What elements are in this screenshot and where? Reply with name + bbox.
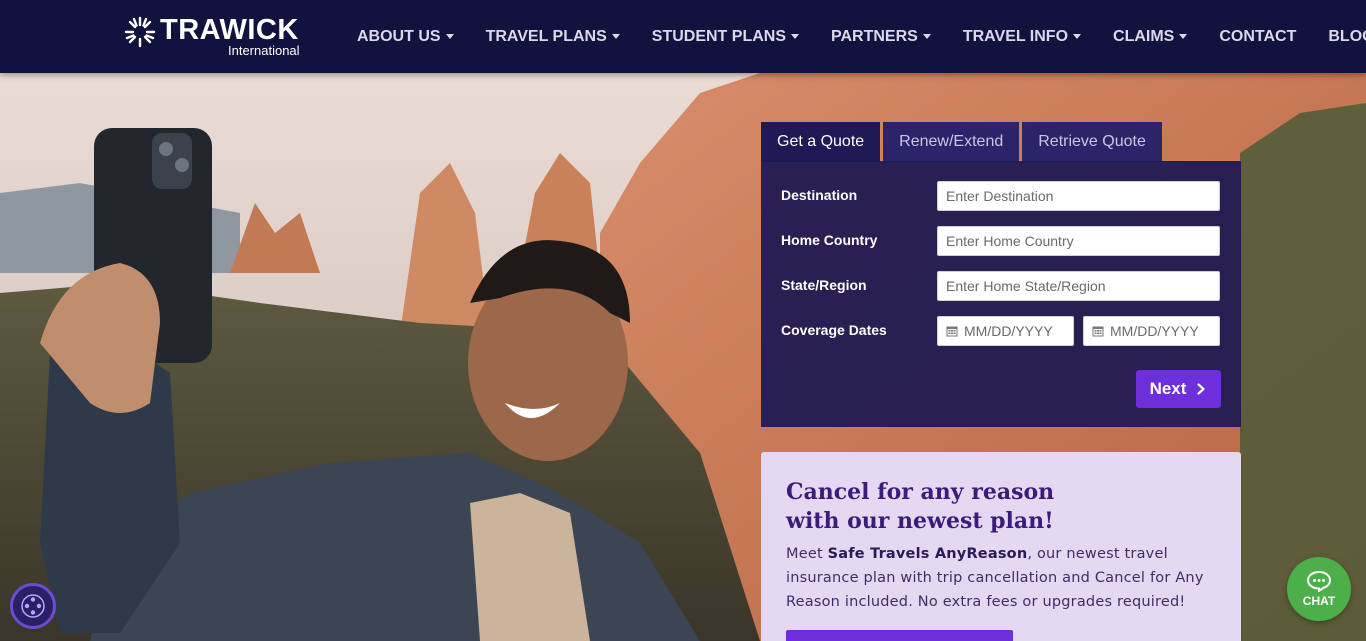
calendar-icon: [946, 326, 958, 337]
caret-down-icon: [1179, 34, 1188, 39]
home-country-input[interactable]: [937, 226, 1220, 256]
caret-down-icon: [791, 34, 799, 39]
logo-wordmark: TRAWICK: [160, 14, 299, 46]
caret-down-icon: [445, 34, 454, 39]
end-date-input[interactable]: [1110, 323, 1210, 339]
nav-travel-plans[interactable]: TRAVEL PLANS: [470, 0, 636, 73]
logo-subtitle: International: [228, 43, 300, 58]
destination-label: Destination: [781, 187, 858, 203]
promo-title: Cancel for any reason with our newest pl…: [786, 478, 1206, 536]
chevron-right-icon: [1197, 383, 1206, 395]
caret-down-icon: [611, 34, 620, 39]
end-date-field[interactable]: [1083, 316, 1220, 346]
nav-student-plans[interactable]: STUDENT PLANS: [636, 0, 815, 73]
nav-blog[interactable]: BLOG: [1312, 0, 1366, 73]
nav-label: TRAVEL PLANS: [485, 27, 607, 45]
promo-plan-name: Safe Travels AnyReason: [827, 546, 1028, 562]
promo-card: Cancel for any reason with our newest pl…: [761, 452, 1241, 641]
nav-label: CONTACT: [1219, 27, 1297, 45]
quote-tabs: Get a Quote Renew/Extend Retrieve Quote: [761, 122, 1165, 162]
calendar-icon: [1092, 326, 1104, 337]
nav-label: PARTNERS: [831, 27, 918, 45]
nav-partners[interactable]: PARTNERS: [815, 0, 947, 73]
coverage-dates-row: Coverage Dates: [781, 316, 1221, 346]
promo-cta-button[interactable]: [786, 630, 1013, 641]
coverage-dates-label: Coverage Dates: [781, 322, 887, 338]
destination-row: Destination: [781, 181, 1221, 211]
chat-button[interactable]: CHAT: [1287, 557, 1351, 621]
tab-retrieve-quote[interactable]: Retrieve Quote: [1022, 122, 1162, 162]
destination-input[interactable]: [937, 181, 1220, 211]
home-country-row: Home Country: [781, 226, 1221, 256]
hero-section: Get a Quote Renew/Extend Retrieve Quote …: [0, 73, 1366, 641]
chat-label: CHAT: [1302, 594, 1336, 608]
accessibility-icon: [21, 594, 45, 618]
tab-get-a-quote[interactable]: Get a Quote: [761, 122, 881, 162]
main-nav: ABOUT US TRAVEL PLANS STUDENT PLANS PART…: [341, 0, 1366, 73]
nav-travel-info[interactable]: TRAVEL INFO: [947, 0, 1097, 73]
site-header: TRAWICK International ABOUT US TRAVEL PL…: [0, 0, 1366, 73]
nav-label: STUDENT PLANS: [651, 27, 786, 45]
caret-down-icon: [1073, 34, 1082, 39]
nav-contact[interactable]: CONTACT: [1203, 0, 1312, 73]
nav-about-us[interactable]: ABOUT US: [341, 0, 470, 73]
quote-form: Destination Home Country State/Region Co…: [761, 161, 1241, 427]
promo-description: Meet Safe Travels AnyReason, our newest …: [786, 542, 1231, 614]
nav-claims[interactable]: CLAIMS: [1097, 0, 1203, 73]
home-country-label: Home Country: [781, 232, 878, 248]
promo-title-line1: Cancel for any reason: [786, 479, 1055, 505]
next-button[interactable]: Next: [1136, 370, 1221, 408]
nav-label: BLOG: [1328, 27, 1366, 45]
start-date-input[interactable]: [964, 323, 1064, 339]
caret-down-icon: [922, 34, 931, 39]
promo-body-prefix: Meet: [786, 546, 828, 562]
trawick-logo[interactable]: TRAWICK International: [124, 14, 312, 60]
state-region-input[interactable]: [937, 271, 1220, 301]
start-date-field[interactable]: [937, 316, 1074, 346]
promo-title-line2: with our newest plan!: [786, 508, 1054, 534]
state-region-row: State/Region: [781, 271, 1221, 301]
accessibility-button[interactable]: [10, 583, 56, 629]
chat-bubble-icon: [1306, 570, 1332, 592]
nav-label: ABOUT US: [357, 27, 441, 45]
state-region-label: State/Region: [781, 277, 867, 293]
nav-label: CLAIMS: [1113, 27, 1175, 45]
sunburst-logo-icon: [124, 16, 156, 48]
tab-renew-extend[interactable]: Renew/Extend: [883, 122, 1020, 162]
nav-label: TRAVEL INFO: [962, 27, 1069, 45]
next-button-label: Next: [1149, 379, 1187, 398]
